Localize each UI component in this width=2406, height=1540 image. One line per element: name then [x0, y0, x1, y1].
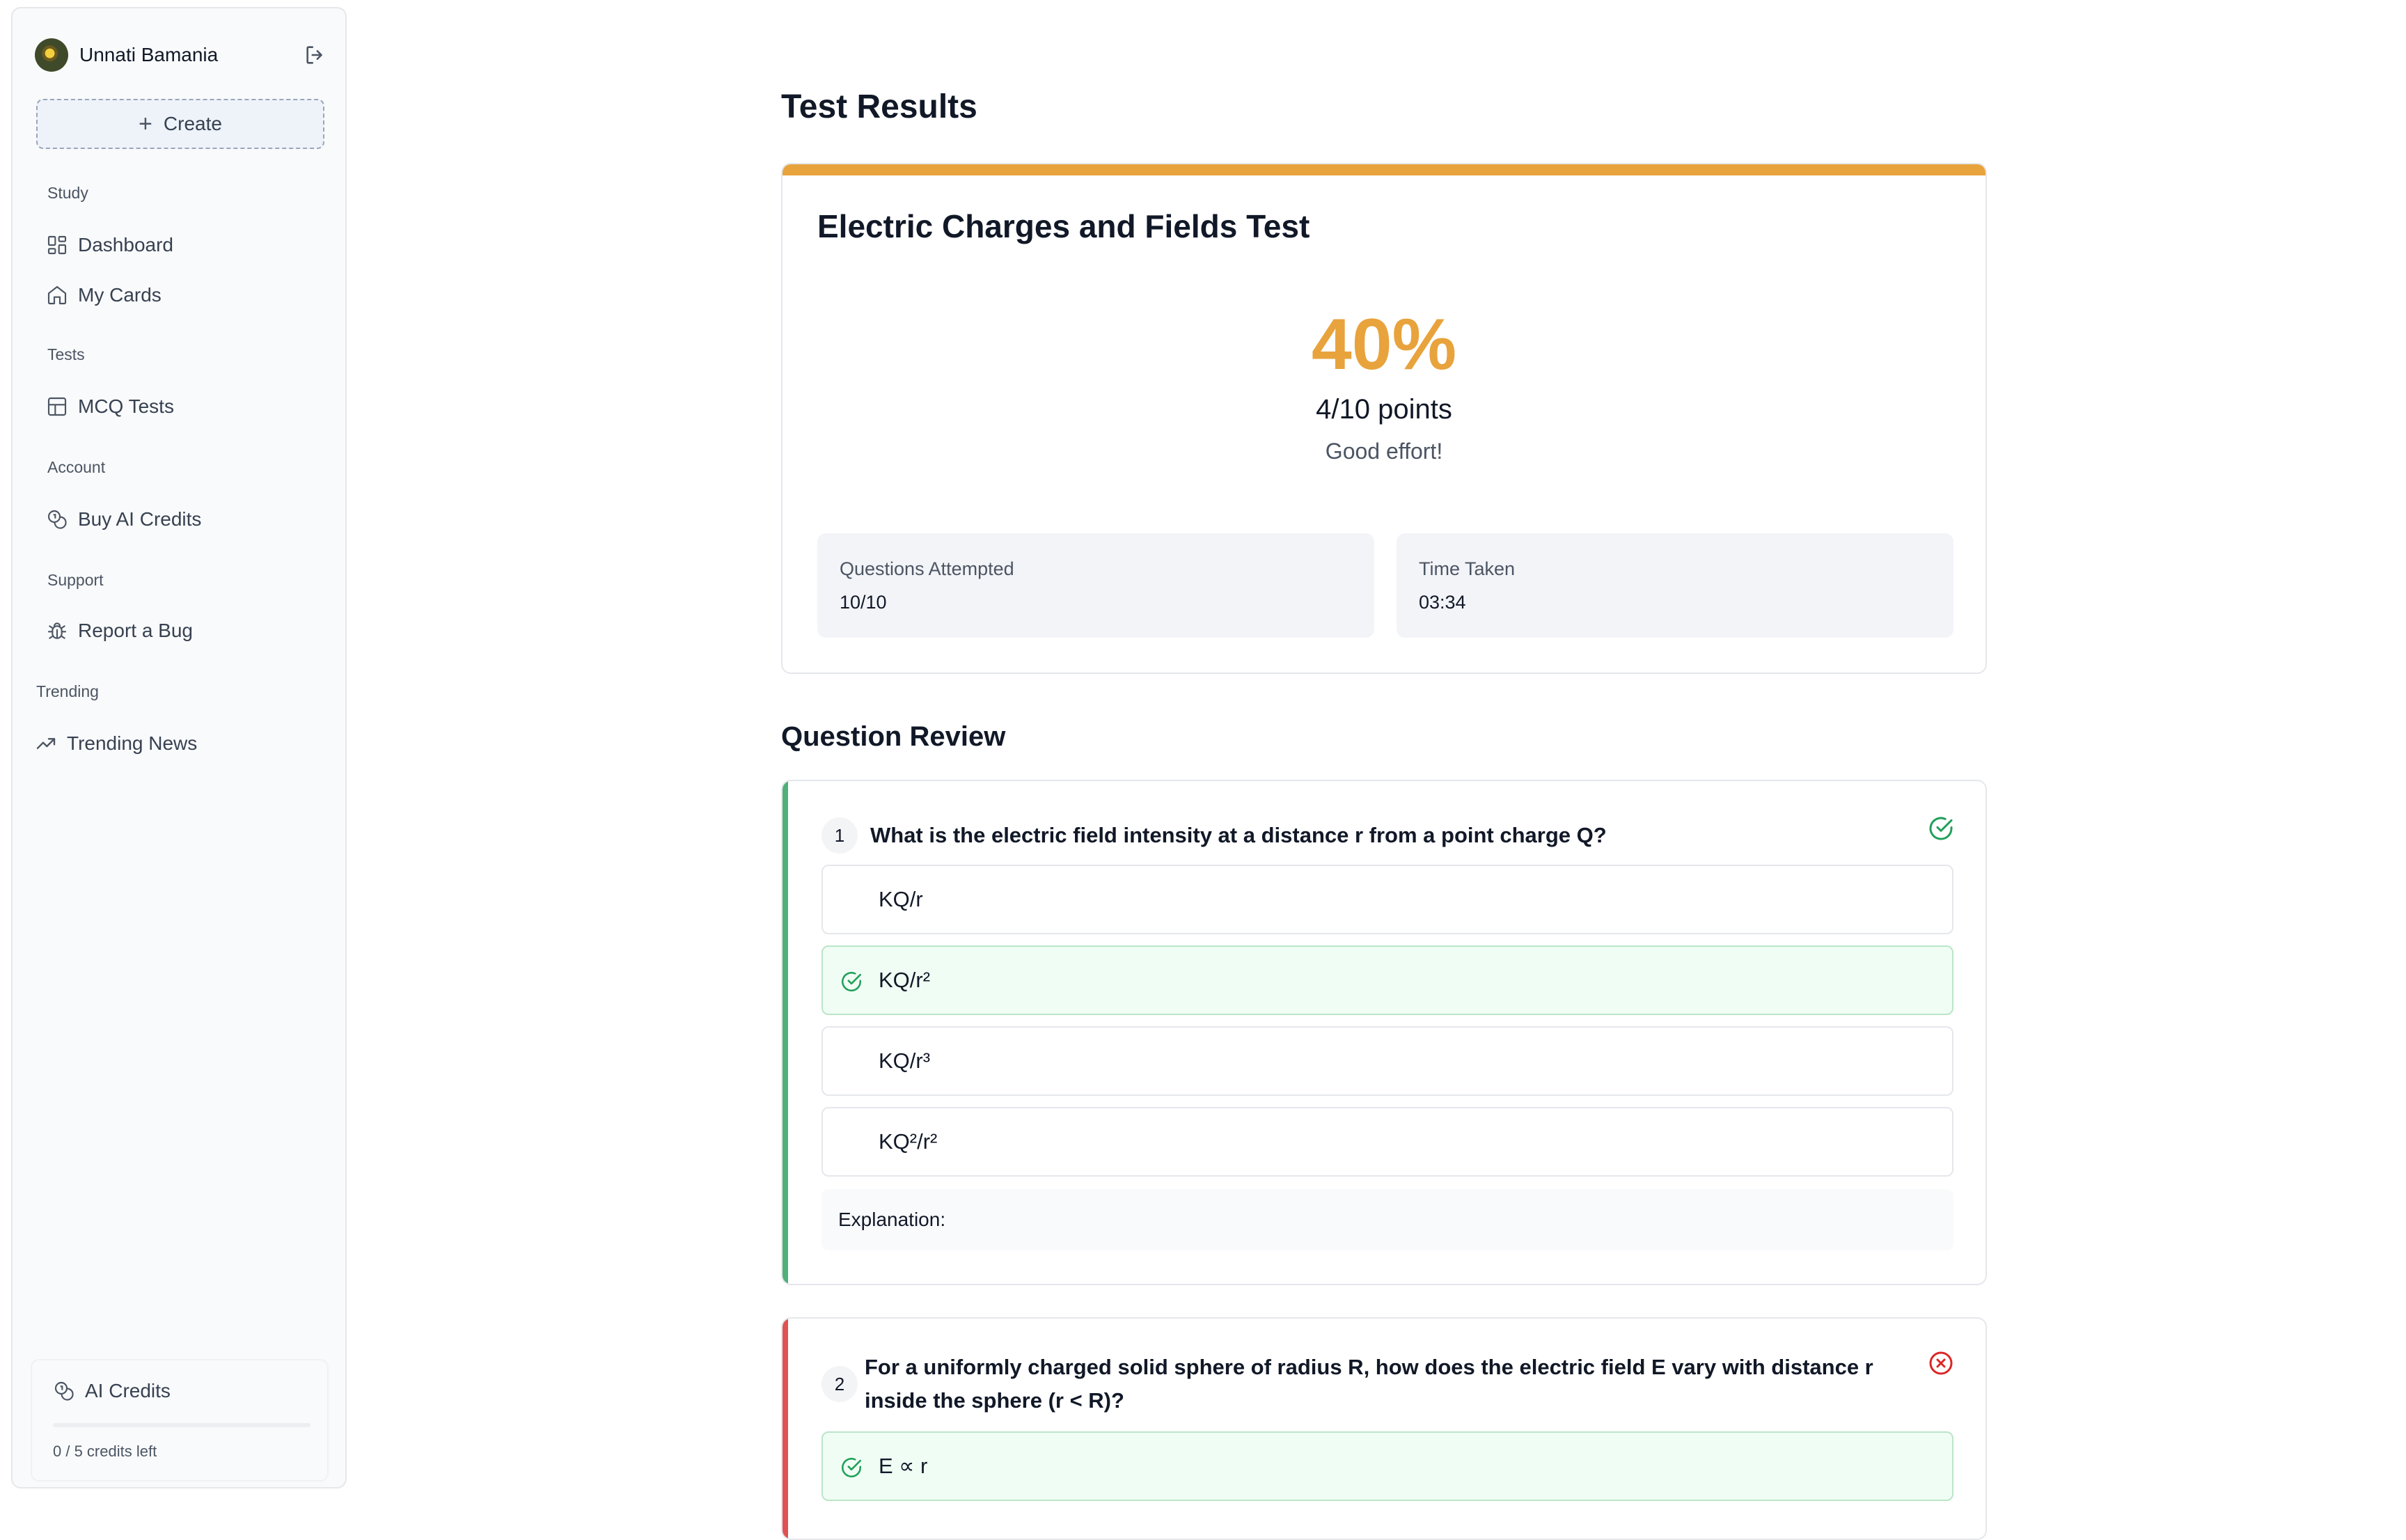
home-icon: [47, 285, 67, 305]
stat-value: 03:34: [1419, 592, 1466, 613]
ai-credits-panel: AI Credits 0 / 5 credits left: [31, 1359, 329, 1482]
section-label-tests: Tests: [47, 345, 85, 363]
question-card-2: 2 For a uniformly charged solid sphere o…: [781, 1317, 1987, 1540]
sidebar-item-label: Trending News: [67, 732, 198, 754]
answer-option-correct[interactable]: E ∝ r: [821, 1431, 1953, 1501]
check-circle-icon: [1929, 817, 1953, 840]
sidebar-item-buy-ai-credits[interactable]: Buy AI Credits: [46, 500, 201, 539]
result-summary-card: Electric Charges and Fields Test 40% 4/1…: [781, 163, 1987, 674]
score-percent: 40%: [1311, 304, 1457, 385]
create-button[interactable]: + Create: [36, 99, 324, 149]
test-title: Electric Charges and Fields Test: [817, 208, 1310, 244]
question-status-bar: [783, 1319, 788, 1539]
trending-up-icon: [36, 738, 56, 749]
option-text: KQ/r: [879, 887, 923, 911]
stat-value: 10/10: [840, 592, 887, 613]
x-circle-icon: [1929, 1351, 1953, 1375]
section-label-trending: Trending: [36, 682, 99, 700]
option-text: KQ/r²: [879, 968, 931, 992]
answer-option[interactable]: KQ/r³: [821, 1026, 1953, 1096]
option-text: KQ²/r²: [879, 1129, 938, 1154]
stat-label: Time Taken: [1419, 558, 1516, 579]
sidebar-item-mcq-tests[interactable]: MCQ Tests: [46, 387, 174, 426]
user-name: Unnati Bamania: [79, 44, 219, 65]
stat-questions-attempted: Questions Attempted 10/10: [817, 533, 1374, 638]
sidebar-item-label: Dashboard: [78, 234, 173, 256]
score-accent-bar: [783, 164, 1986, 175]
credits-remaining-text: 0 / 5 credits left: [53, 1443, 157, 1460]
question-text: What is the electric field intensity at …: [870, 823, 1607, 847]
explanation-label: Explanation:: [838, 1209, 946, 1230]
question-number: 1: [821, 817, 858, 854]
score-points: 4/10 points: [1316, 394, 1452, 425]
option-text: KQ/r³: [879, 1048, 931, 1073]
bug-icon: [47, 622, 67, 639]
section-label-account: Account: [47, 458, 106, 476]
sidebar: Unnati Bamania + Create Study Dashboard …: [11, 7, 347, 1488]
answer-option-correct[interactable]: KQ/r²: [821, 945, 1953, 1015]
sidebar-item-label: Buy AI Credits: [78, 508, 202, 530]
page-title: Test Results: [781, 88, 977, 125]
credits-progress-bar: [53, 1423, 310, 1427]
grid-icon: [47, 397, 67, 416]
check-circle-icon: [841, 971, 862, 992]
answer-option[interactable]: KQ/r: [821, 865, 1953, 934]
section-label-support: Support: [47, 571, 104, 589]
question-card-1: 1 What is the electric field intensity a…: [781, 780, 1987, 1285]
avatar: [35, 38, 68, 72]
section-label-study: Study: [47, 184, 88, 202]
coins-icon: [54, 1381, 74, 1401]
sidebar-item-report-a-bug[interactable]: Report a Bug: [46, 611, 193, 650]
sidebar-item-my-cards[interactable]: My Cards: [46, 276, 162, 315]
stat-time-taken: Time Taken 03:34: [1397, 533, 1953, 638]
user-profile[interactable]: Unnati Bamania: [35, 31, 327, 79]
question-text: For a uniformly charged solid sphere of …: [865, 1355, 1873, 1413]
ai-credits-label: AI Credits: [85, 1380, 171, 1401]
ai-credits-title: AI Credits: [53, 1380, 171, 1402]
score-feedback: Good effort!: [1325, 439, 1443, 464]
stat-label: Questions Attempted: [840, 558, 1014, 579]
plus-icon: +: [139, 110, 152, 137]
question-number: 2: [821, 1366, 858, 1402]
dashboard-icon: [47, 235, 67, 255]
coins-icon: [47, 510, 67, 529]
create-label: Create: [163, 113, 222, 134]
logout-icon[interactable]: [304, 43, 327, 67]
question-review-title: Question Review: [781, 721, 1006, 752]
answer-option[interactable]: KQ²/r²: [821, 1107, 1953, 1177]
option-text: E ∝ r: [879, 1454, 928, 1478]
sidebar-item-label: MCQ Tests: [78, 395, 174, 417]
sidebar-item-label: Report a Bug: [78, 620, 193, 641]
check-circle-icon: [841, 1457, 862, 1478]
sidebar-item-trending-news[interactable]: Trending News: [35, 724, 197, 763]
sidebar-item-dashboard[interactable]: Dashboard: [46, 226, 173, 265]
sidebar-item-label: My Cards: [78, 284, 162, 306]
question-status-bar: [783, 781, 788, 1284]
explanation-box: Explanation:: [821, 1189, 1953, 1250]
